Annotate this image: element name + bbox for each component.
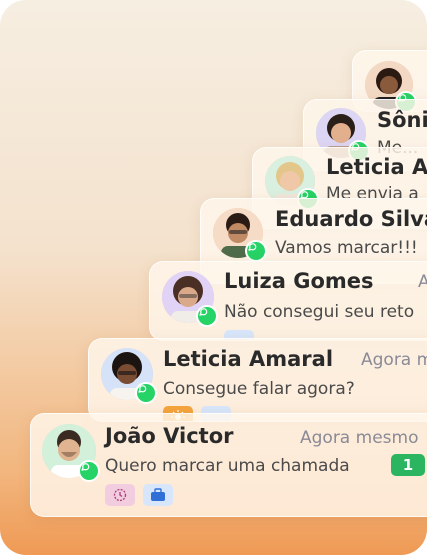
timestamp: Agora m <box>361 350 427 370</box>
message-preview: Quero marcar uma chamada <box>105 456 350 476</box>
avatar <box>162 271 218 327</box>
notification-stack-panel: Sônia Me... Leticia Ar Me envia a <box>0 0 427 555</box>
avatar <box>42 424 100 482</box>
contact-name: Sônia <box>377 108 427 132</box>
timestamp: Agora mesmo <box>300 428 419 448</box>
timestamp: A <box>418 272 427 292</box>
unread-count-badge: 1 <box>391 454 425 476</box>
message-preview: Vamos marcar!!! <box>275 238 418 258</box>
contact-name: João Victor <box>105 424 234 448</box>
conversation-card-luiza-gomes[interactable]: Luiza Gomes A Não consegui seu reto <box>149 261 427 341</box>
whatsapp-icon <box>245 240 267 262</box>
whatsapp-icon <box>196 305 218 327</box>
message-preview: Não consegui seu reto <box>224 302 415 322</box>
whatsapp-icon <box>78 460 100 482</box>
avatar <box>213 208 267 262</box>
contact-name: Luiza Gomes <box>224 269 374 293</box>
contact-name: Leticia Amaral <box>163 347 334 371</box>
conversation-card-joao-victor[interactable]: João Victor Agora mesmo Quero marcar uma… <box>30 413 427 517</box>
whatsapp-icon <box>135 382 157 404</box>
contact-name: Eduardo Silva <box>275 207 427 231</box>
avatar <box>101 348 157 404</box>
message-preview: Consegue falar agora? <box>163 379 355 399</box>
contact-name: Leticia Ar <box>326 155 427 179</box>
briefcase-icon[interactable] <box>143 484 173 506</box>
clock-icon[interactable] <box>105 484 135 506</box>
conversation-card-leticia-amaral[interactable]: Leticia Amaral Agora m Consegue falar ag… <box>88 338 427 422</box>
